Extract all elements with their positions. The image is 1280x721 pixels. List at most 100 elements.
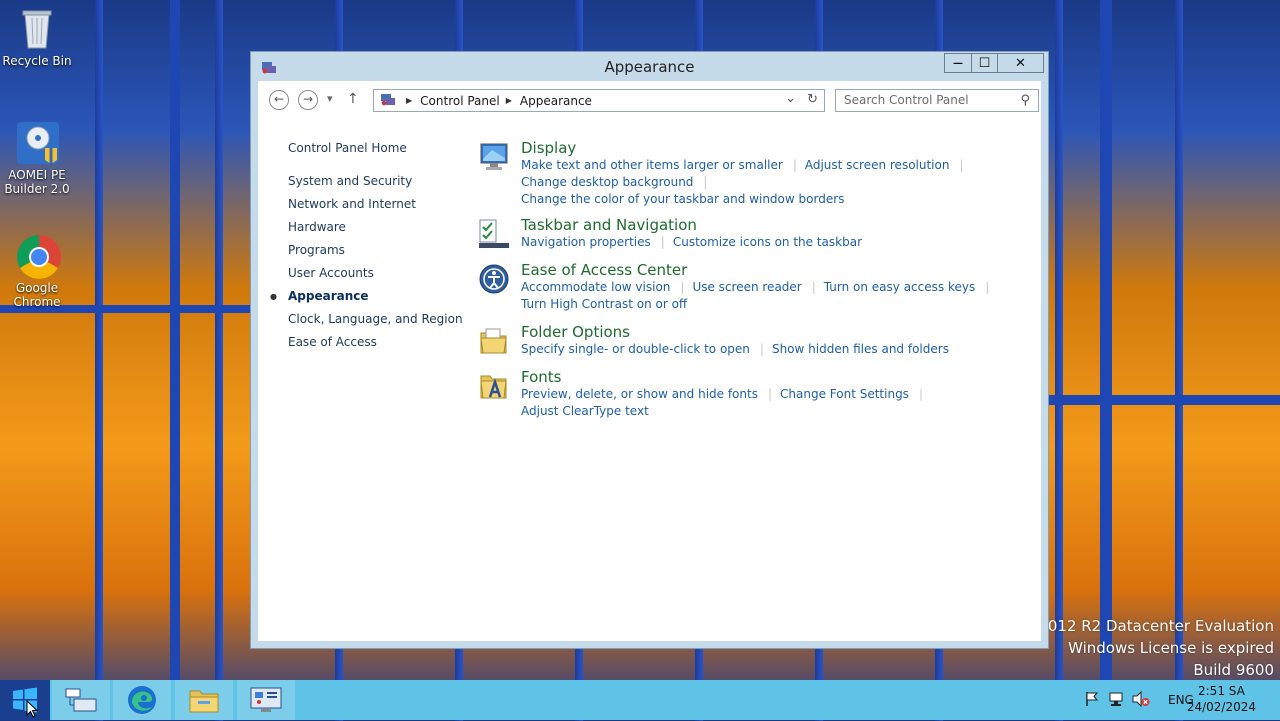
link-divider: |: [985, 280, 990, 294]
server-manager-icon: [65, 688, 97, 712]
up-button[interactable]: ↑: [347, 91, 359, 107]
chrome-icon: [15, 233, 61, 279]
watermark-license: Windows License is expired: [1068, 639, 1274, 657]
sidebar-item-programs[interactable]: Programs: [288, 239, 478, 262]
refresh-icon[interactable]: ↻: [807, 92, 818, 107]
breadcrumb-control-panel[interactable]: Control Panel: [420, 94, 500, 108]
link-divider: |: [660, 235, 665, 249]
category-title-folder-options[interactable]: Folder Options: [521, 323, 1021, 341]
category-display: Display Make text and other items larger…: [478, 139, 1021, 208]
volume-muted-icon[interactable]: [1132, 690, 1150, 710]
taskbar-control-panel[interactable]: [237, 680, 295, 720]
desktop-icon-chrome[interactable]: Google Chrome: [0, 233, 74, 309]
sidebar-item-network-and-internet[interactable]: Network and Internet: [288, 193, 478, 216]
start-button[interactable]: [0, 680, 50, 720]
category-title-display[interactable]: Display: [521, 139, 1021, 157]
link-easy-access-keys[interactable]: Turn on easy access keys: [824, 279, 975, 296]
maximize-button[interactable]: ☐: [971, 53, 998, 73]
control-panel-taskbar-icon: [250, 687, 282, 712]
taskbar-icon: [478, 218, 510, 250]
aomei-icon: [15, 120, 59, 164]
desktop-icon-label: Chrome: [13, 295, 61, 309]
link-change-desktop-background[interactable]: Change desktop background: [521, 174, 693, 191]
desktop-icon-aomei[interactable]: AOMEI PE Builder 2.0: [0, 120, 74, 196]
category-title-ease-of-access-center[interactable]: Ease of Access Center: [521, 261, 1021, 279]
category-taskbar-navigation: Taskbar and Navigation Navigation proper…: [478, 216, 1021, 251]
link-change-font-settings[interactable]: Change Font Settings: [780, 386, 909, 403]
address-dropdown-icon[interactable]: ⌄: [785, 91, 796, 106]
minimize-icon: —: [953, 57, 963, 69]
wallpaper-strip: [1049, 395, 1280, 405]
sidebar-item-user-accounts[interactable]: User Accounts: [288, 262, 478, 285]
network-icon[interactable]: [1108, 691, 1124, 710]
category-fonts: Fonts Preview, delete, or show and hide …: [478, 368, 1021, 420]
control-panel-window: Appearance — ☐ ✕ ← → ▾ ↑ ▶ Control Panel…: [250, 51, 1049, 649]
link-divider: |: [792, 158, 797, 172]
taskbar-file-explorer[interactable]: [175, 680, 233, 720]
window-client-area: ← → ▾ ↑ ▶ Control Panel ▶ Appearance ⌄ ↻…: [258, 81, 1041, 641]
control-panel-icon: [380, 92, 396, 109]
category-ease-of-access-center: Ease of Access Center Accommodate low vi…: [478, 261, 1021, 313]
link-divider: |: [680, 280, 685, 294]
link-preview-fonts[interactable]: Preview, delete, or show and hide fonts: [521, 386, 758, 403]
link-use-screen-reader[interactable]: Use screen reader: [692, 279, 801, 296]
link-divider: |: [759, 342, 764, 356]
title-bar[interactable]: Appearance — ☐ ✕: [251, 52, 1048, 81]
link-adjust-screen-resolution[interactable]: Adjust screen resolution: [805, 157, 950, 174]
recent-locations-button[interactable]: ▾: [327, 92, 333, 105]
link-divider: |: [918, 387, 923, 401]
maximize-icon: ☐: [978, 55, 991, 71]
link-make-text-larger[interactable]: Make text and other items larger or smal…: [521, 157, 783, 174]
desktop-icon-label: Recycle Bin: [2, 54, 72, 68]
display-icon: [478, 141, 510, 173]
link-high-contrast[interactable]: Turn High Contrast on or off: [521, 296, 687, 313]
search-icon[interactable]: ⚲: [1020, 90, 1030, 111]
forward-button[interactable]: →: [298, 90, 318, 110]
edge-icon: [128, 686, 156, 714]
link-show-hidden-files[interactable]: Show hidden files and folders: [772, 341, 949, 358]
category-title-taskbar-navigation[interactable]: Taskbar and Navigation: [521, 216, 1021, 234]
folder-options-icon: [478, 325, 510, 357]
forward-arrow-icon: →: [302, 92, 314, 106]
search-input[interactable]: Search Control Panel ⚲: [835, 89, 1039, 112]
link-divider: |: [811, 280, 816, 294]
clock-date: 24/02/2024: [1186, 700, 1256, 714]
desktop-icon-recycle-bin[interactable]: Recycle Bin: [0, 6, 74, 68]
sidebar-item-control-panel-home[interactable]: Control Panel Home: [288, 137, 478, 160]
sidebar-item-hardware[interactable]: Hardware: [288, 216, 478, 239]
link-divider: |: [959, 158, 964, 172]
link-customize-taskbar-icons[interactable]: Customize icons on the taskbar: [673, 234, 862, 251]
link-single-double-click[interactable]: Specify single- or double-click to open: [521, 341, 750, 358]
back-button[interactable]: ←: [269, 90, 289, 110]
link-change-taskbar-color[interactable]: Change the color of your taskbar and win…: [521, 191, 844, 208]
fonts-icon: [478, 370, 510, 402]
link-divider: |: [767, 387, 773, 401]
flag-icon[interactable]: [1084, 691, 1100, 710]
link-navigation-properties[interactable]: Navigation properties: [521, 234, 651, 251]
breadcrumb-separator-icon: ▶: [406, 96, 413, 105]
sidebar: Control Panel Home System and Security N…: [270, 137, 478, 354]
close-button[interactable]: ✕: [997, 53, 1044, 73]
address-bar[interactable]: ▶ Control Panel ▶ Appearance ⌄ ↻: [373, 89, 825, 112]
clock[interactable]: 2:51 SA 24/02/2024: [1187, 683, 1256, 715]
category-title-fonts[interactable]: Fonts: [521, 368, 1021, 386]
search-placeholder: Search Control Panel: [844, 93, 969, 107]
recycle-bin-icon: [15, 6, 59, 50]
desktop-icon-label: Builder 2.0: [4, 182, 70, 196]
sidebar-item-ease-of-access[interactable]: Ease of Access: [288, 331, 478, 354]
mouse-cursor-icon: [26, 699, 39, 721]
taskbar-edge[interactable]: [113, 680, 171, 720]
wallpaper-strip: [1100, 0, 1112, 680]
category-list: Display Make text and other items larger…: [478, 139, 1021, 428]
file-explorer-icon: [189, 690, 219, 713]
link-accommodate-low-vision[interactable]: Accommodate low vision: [521, 279, 670, 296]
link-adjust-cleartype[interactable]: Adjust ClearType text: [521, 403, 649, 420]
back-arrow-icon: ←: [273, 92, 285, 106]
minimize-button[interactable]: —: [944, 53, 972, 73]
sidebar-item-system-and-security[interactable]: System and Security: [288, 170, 478, 193]
taskbar-server-manager[interactable]: [52, 680, 110, 720]
breadcrumb-appearance[interactable]: Appearance: [520, 94, 592, 108]
sidebar-item-appearance[interactable]: Appearance: [270, 285, 478, 308]
sidebar-item-clock-language-region[interactable]: Clock, Language, and Region: [288, 308, 478, 331]
link-divider: |: [703, 175, 708, 189]
